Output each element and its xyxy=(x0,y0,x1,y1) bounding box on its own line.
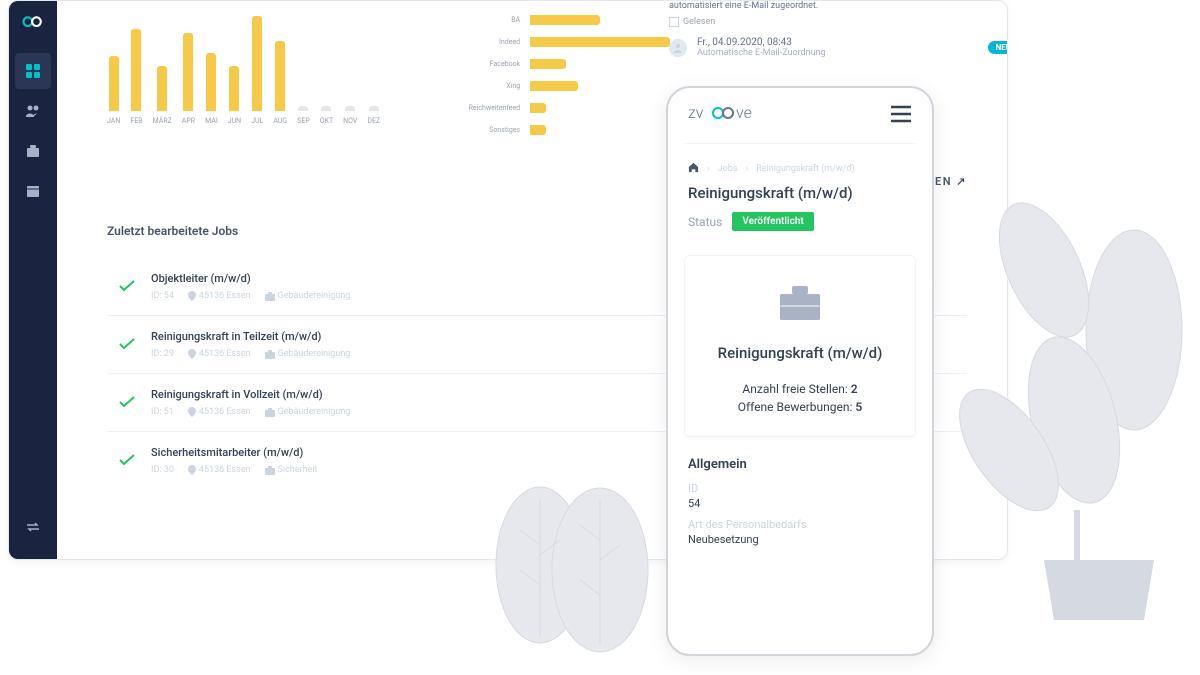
status-label: Status xyxy=(688,215,722,229)
brand-logo xyxy=(20,13,46,31)
channel-bar-chart: BA Indeed Facebook Xing Reichweitenfeed Sonst… xyxy=(460,15,670,135)
bar-label: SEP xyxy=(297,117,310,125)
hbar-label: Xing xyxy=(460,82,520,90)
job-location: 45136 Essen xyxy=(188,291,251,301)
section-general: Allgemein xyxy=(668,457,932,472)
free-positions: Anzahl freie Stellen: 2 xyxy=(701,382,899,396)
bar-AUG xyxy=(275,41,285,111)
hbar-2 xyxy=(530,59,566,69)
job-location: 45136 Essen xyxy=(188,349,251,359)
bar-label: DEZ xyxy=(367,117,380,125)
bar-label: AUG xyxy=(273,117,287,125)
avatar-icon xyxy=(669,39,687,57)
bar-MAI xyxy=(206,53,216,111)
bar-JUN xyxy=(229,66,239,111)
plant-decoration-small xyxy=(480,470,660,660)
phone-brand: zv ve xyxy=(688,102,770,129)
hbar-label: Reichweitenfeed xyxy=(460,104,520,112)
phone-mockup: zv ve › Jobs › Reinigungskraft (m/w/d) Re… xyxy=(666,86,934,656)
hbar-0 xyxy=(530,15,600,25)
hbar-5 xyxy=(530,125,546,135)
job-title: Sicherheitsmitarbeiter (m/w/d) xyxy=(151,446,695,459)
check-icon xyxy=(119,393,151,412)
hbar-label: Facebook xyxy=(460,60,520,68)
sidebar-swap-icon[interactable] xyxy=(15,509,51,545)
sidebar-item-calendar[interactable] xyxy=(15,173,51,209)
monthly-bar-chart: JAN FEB MÄRZ APR MAI JUN JUL AUG SEP OKT NOV DEZ xyxy=(107,15,380,125)
bar-FEB xyxy=(131,29,141,111)
hamburger-icon[interactable] xyxy=(890,105,912,127)
job-location: 45136 Essen xyxy=(188,465,251,475)
bar-JAN xyxy=(109,56,119,111)
breadcrumb: › Jobs › Reinigungskraft (m/w/d) xyxy=(668,162,932,176)
notification-timestamp: Fr., 04.09.2020, 08:43 xyxy=(697,37,826,48)
crumb-current: Reinigungskraft (m/w/d) xyxy=(756,164,854,174)
svg-text:ve: ve xyxy=(736,103,752,122)
job-title: Reinigungskraft in Vollzeit (m/w/d) xyxy=(151,388,695,401)
job-title: Reinigungskraft (m/w/d) xyxy=(668,184,932,202)
hbar-label: Sonstiges xyxy=(460,126,520,134)
phone-header: zv ve xyxy=(668,98,932,143)
checkbox-icon[interactable] xyxy=(669,17,679,27)
sidebar-item-people[interactable] xyxy=(15,93,51,129)
bar-MÄRZ xyxy=(157,66,167,111)
svg-text:zv: zv xyxy=(688,103,704,122)
job-category: Gebäudereinigung xyxy=(265,349,351,359)
open-applications: Offene Bewerbungen: 5 xyxy=(701,400,899,414)
hbar-label: BA xyxy=(460,16,520,24)
sidebar xyxy=(9,1,57,559)
job-category: Sicherheit xyxy=(265,465,318,475)
sidebar-item-jobs[interactable] xyxy=(15,133,51,169)
bar-APR xyxy=(183,33,193,111)
sidebar-item-dashboard[interactable] xyxy=(15,53,51,89)
check-icon xyxy=(119,451,151,470)
bar-DEZ xyxy=(369,106,379,111)
field-type-value: Neubesetzung xyxy=(668,533,932,546)
job-location: 45136 Essen xyxy=(188,407,251,417)
job-id: ID: 30 xyxy=(151,465,174,475)
job-category: Gebäudereinigung xyxy=(265,407,351,417)
check-icon xyxy=(119,277,151,296)
badge-new: NEU xyxy=(988,41,1007,54)
checkbox-label: Gelesen xyxy=(683,17,715,27)
field-id-value: 54 xyxy=(668,497,932,510)
check-icon xyxy=(119,335,151,354)
bar-label: JUL xyxy=(251,117,263,125)
field-type-label: Art des Personalbedarfs xyxy=(668,518,932,531)
job-title: Reinigungskraft in Teilzeit (m/w/d) xyxy=(151,330,695,343)
bar-NOV xyxy=(345,106,355,111)
bar-label: OKT xyxy=(320,117,333,125)
bar-SEP xyxy=(298,106,308,111)
hbar-1 xyxy=(530,37,670,47)
card-title: Reinigungskraft (m/w/d) xyxy=(701,344,899,362)
status-badge: Veröffentlicht xyxy=(732,212,813,231)
field-id-label: ID xyxy=(668,482,932,495)
bar-label: MÄRZ xyxy=(153,117,172,125)
home-icon[interactable] xyxy=(688,162,699,176)
notification-text: automatisiert eine E-Mail zugeordnet. xyxy=(669,1,1007,11)
hbar-3 xyxy=(530,81,578,91)
bar-OKT xyxy=(321,106,331,111)
hbar-4 xyxy=(530,103,546,113)
bar-label: JAN xyxy=(107,117,120,125)
crumb-jobs[interactable]: Jobs xyxy=(718,164,738,174)
briefcase-icon xyxy=(701,280,899,344)
job-id: ID: 51 xyxy=(151,407,174,417)
job-id: ID: 54 xyxy=(151,291,174,301)
plant-decoration-large xyxy=(934,150,1194,630)
notification-subtitle: Automatische E-Mail-Zuordnung xyxy=(697,48,826,58)
job-title: Objektleiter (m/w/d) xyxy=(151,272,695,285)
job-category: Gebäudereinigung xyxy=(265,291,351,301)
job-id: ID: 29 xyxy=(151,349,174,359)
bar-label: JUN xyxy=(228,117,241,125)
job-summary-card: Reinigungskraft (m/w/d) Anzahl freie Ste… xyxy=(684,255,916,437)
notification-preview: automatisiert eine E-Mail zugeordnet. Ge… xyxy=(669,1,1007,91)
bar-label: NOV xyxy=(343,117,357,125)
bar-label: MAI xyxy=(205,117,218,125)
bar-label: APR xyxy=(182,117,195,125)
hbar-label: Indeed xyxy=(460,38,520,46)
bar-JUL xyxy=(252,16,262,111)
bar-label: FEB xyxy=(130,117,142,125)
